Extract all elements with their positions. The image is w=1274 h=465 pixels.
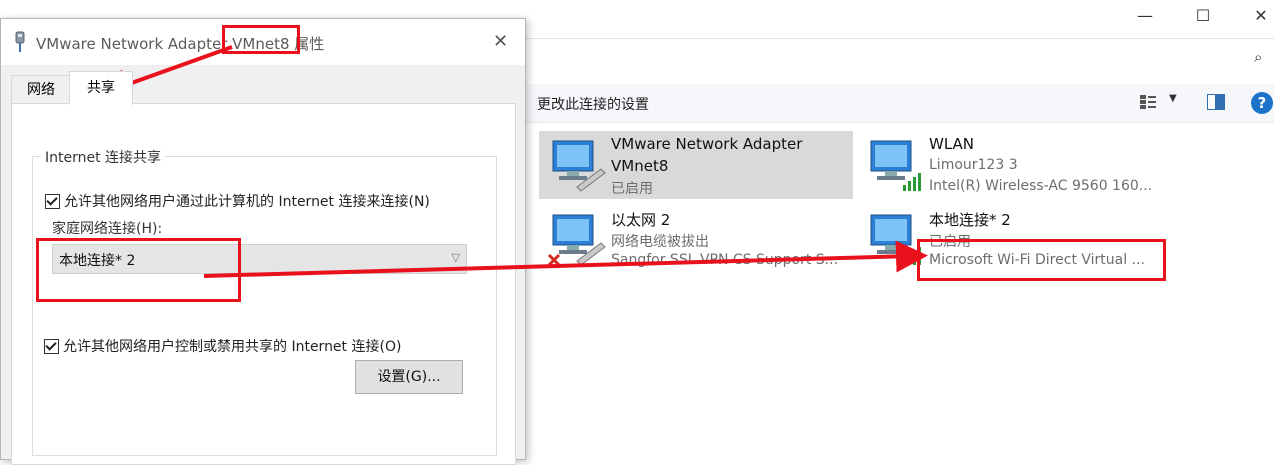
help-icon[interactable]: ? [1251,92,1273,114]
connection-wlan[interactable]: WLAN Limour123 3 Intel(R) Wireless-AC 95… [857,131,1177,199]
highlight-vmnet8-title [222,25,300,54]
preview-pane-icon[interactable] [1207,94,1225,110]
checkbox-checked-icon[interactable] [45,193,60,209]
change-connection-settings-button[interactable]: 更改此连接的设置 [537,94,649,114]
connection-device: Sangfor SSL VPN CS Support S... [611,252,839,268]
ics-group: Internet 连接共享 允许其他网络用户通过此计算机的 Internet 连… [32,147,497,456]
settings-button[interactable]: 设置(G)... [355,360,463,394]
change-view-icon[interactable] [1139,94,1157,110]
allow-control-label: 允许其他网络用户控制或禁用共享的 Internet 连接(O) [63,339,402,355]
connection-name: 以太网 2 [611,211,671,229]
allow-connect-label: 允许其他网络用户通过此计算机的 Internet 连接来连接(N) [64,194,430,210]
close-window-button[interactable]: ✕ [1241,4,1274,26]
wifi-direct-adapter-icon [870,214,921,265]
view-dropdown-icon[interactable]: ▼ [1169,93,1177,104]
network-adapter-disconnected-icon [547,214,606,267]
network-cable-icon [15,31,25,52]
allow-connect-checkbox[interactable]: 允许其他网络用户通过此计算机的 Internet 连接来连接(N) [45,191,430,211]
minimize-button[interactable]: — [1125,4,1165,26]
connection-name: WLAN [929,135,975,153]
maximize-button[interactable]: ☐ [1183,4,1223,26]
connection-network: Limour123 3 [929,157,1018,173]
highlight-home-network [36,238,241,302]
dialog-close-button[interactable]: ✕ [493,31,508,52]
connection-device: VMnet8 [611,157,669,175]
allow-control-checkbox[interactable]: 允许其他网络用户控制或禁用共享的 Internet 连接(O) [44,336,401,356]
connection-name: VMware Network Adapter [611,135,803,153]
connection-name: 本地连接* 2 [929,211,1011,229]
wifi-adapter-icon [870,140,921,191]
connection-device: Intel(R) Wireless-AC 9560 160... [929,178,1153,194]
chevron-down-icon: ▽ [451,251,460,264]
connection-vmnet8[interactable]: VMware Network Adapter VMnet8 已启用 [539,131,853,199]
network-adapter-icon [552,140,606,192]
tab-network[interactable]: 网络 [11,75,71,104]
connection-status: 已启用 [611,181,653,197]
checkbox-checked-icon[interactable] [44,338,59,354]
command-bar: 更改此连接的设置 ▼ ? [525,84,1274,123]
search-icon[interactable]: ⌕ [1254,48,1262,66]
connection-ethernet2[interactable]: 以太网 2 网络电缆被拔出 Sangfor SSL VPN CS Support… [539,205,853,273]
connection-status: 网络电缆被拔出 [611,234,709,250]
address-bar-divider [525,38,1274,39]
home-network-label: 家庭网络连接(H): [52,221,163,237]
ics-group-title: Internet 连接共享 [41,147,166,167]
tab-sharing[interactable]: 共享 [69,71,133,105]
highlight-wifi-direct [917,239,1166,281]
